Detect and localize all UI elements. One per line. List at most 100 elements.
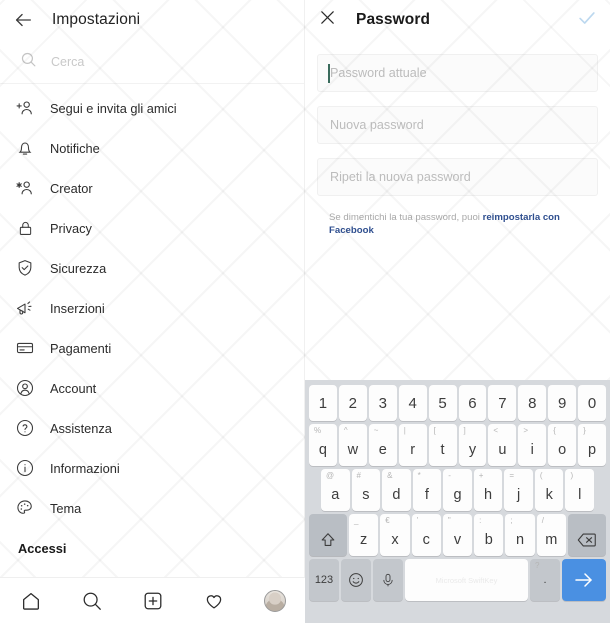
key-sup: ? [535,561,540,570]
key-4[interactable]: 4 [398,385,427,421]
key-i[interactable]: > i [518,424,547,466]
sidebar-item-notifiche[interactable]: Notifiche [0,128,304,168]
key-l[interactable]: ) l [565,469,595,511]
help-circle-icon [14,417,36,439]
sidebar-item-pagamenti[interactable]: Pagamenti [0,328,304,368]
key-label: b [484,531,493,548]
key-q[interactable]: % q [308,424,337,466]
key-e[interactable]: ~ e [368,424,397,466]
key-7[interactable]: 7 [488,385,517,421]
back-arrow-icon[interactable] [12,9,34,31]
key-label: g [453,486,462,503]
avatar[interactable] [260,586,290,616]
numeric-mode-key[interactable]: 123 [309,559,339,601]
key-sup: | [403,426,406,435]
sidebar-item-informazioni[interactable]: Informazioni [0,448,304,488]
sidebar-item-segui-e-invita-gli-amici[interactable]: Segui e invita gli amici [0,88,304,128]
keyboard-brand-label: Microsoft SwiftKey [435,575,498,585]
key-label: m [545,531,558,548]
keyboard-row-asdf: @ a # s & d * f -g + h = j (k ) l [307,469,608,511]
password-panel: Password Password attuale Nuova password… [305,0,610,623]
key-m[interactable]: / m [536,514,566,556]
key-sup: # [356,471,361,480]
plus-square-icon[interactable] [138,586,168,616]
field-placeholder: Password attuale [330,66,427,80]
emoji-smiley-icon[interactable] [341,559,371,601]
search-input[interactable]: Cerca [0,40,304,84]
key-8[interactable]: 8 [518,385,547,421]
helper-text: Se dimentichi la tua password, puoi [329,212,483,223]
key-p[interactable]: } p [578,424,607,466]
key-sup: } [583,426,586,435]
key-x[interactable]: € x [380,514,410,556]
key-2[interactable]: 2 [338,385,367,421]
key-o[interactable]: {o [548,424,577,466]
key-label: a [331,486,340,503]
close-x-icon[interactable] [317,7,338,33]
key-1[interactable]: 1 [308,385,337,421]
sidebar-item-inserzioni[interactable]: Inserzioni [0,288,304,328]
key-label: k [545,486,553,503]
page-title: Password [356,11,431,28]
password-header: Password [305,0,610,40]
search-icon [20,51,37,73]
sidebar-item-account[interactable]: Account [0,368,304,408]
key-w[interactable]: ^ w [338,424,367,466]
sidebar-item-tema[interactable]: Tema [0,488,304,528]
search-icon[interactable] [77,586,107,616]
key-t[interactable]: [t [428,424,457,466]
keyboard-row-qwerty: % q ^ w ~ e | r [t ] y < u > i {o } p [307,424,608,466]
current-password-field[interactable]: Password attuale [317,54,598,92]
sidebar-item-assistenza[interactable]: Assistenza [0,408,304,448]
key-label: d [392,486,401,503]
key-r[interactable]: | r [398,424,427,466]
home-icon[interactable] [16,586,46,616]
key-z[interactable]: _ z [349,514,379,556]
backspace-icon[interactable] [567,514,606,556]
key-0[interactable]: 0 [578,385,607,421]
key-y[interactable]: ] y [458,424,487,466]
sidebar-item-creator[interactable]: Creator [0,168,304,208]
key-5[interactable]: 5 [428,385,457,421]
key-j[interactable]: = j [504,469,533,511]
shift-up-icon[interactable] [309,514,348,556]
account-circle-icon [14,377,36,399]
key-v[interactable]: " v [442,514,473,556]
key-d[interactable]: & d [382,469,411,511]
key-9[interactable]: 9 [548,385,577,421]
enter-arrow-icon[interactable] [562,559,606,601]
new-password-field[interactable]: Nuova password [317,106,598,144]
key-sup: ^ [343,426,348,435]
key-u[interactable]: < u [488,424,517,466]
heart-icon[interactable] [199,586,229,616]
spacebar[interactable]: Microsoft SwiftKey [405,559,528,601]
key-f[interactable]: * f [412,469,442,511]
microphone-icon[interactable] [373,559,403,601]
repeat-password-field[interactable]: Ripeti la nuova password [317,158,598,196]
key-sup: > [523,426,528,435]
key-g[interactable]: -g [443,469,472,511]
key-6[interactable]: 6 [458,385,487,421]
sidebar-item-privacy[interactable]: Privacy [0,208,304,248]
key-a[interactable]: @ a [320,469,350,511]
key-label: v [453,531,462,548]
key-label: l [578,486,582,503]
key-n[interactable]: ; n [505,514,535,556]
key-s[interactable]: # s [351,469,381,511]
key-h[interactable]: + h [473,469,503,511]
key-sup: @ [325,471,335,480]
check-icon[interactable] [576,7,598,34]
key-3[interactable]: 3 [368,385,397,421]
bell-icon [14,137,36,159]
sidebar-item-label: Creator [50,180,93,196]
key-c[interactable]: ' c [411,514,441,556]
key-label: r [410,441,416,458]
sidebar-section-accessi[interactable]: Accessi [0,528,304,568]
bottom-navigation-bar [0,577,305,623]
key-b[interactable]: :b [474,514,504,556]
punctuation-key[interactable]: ? . [530,559,560,601]
key-k[interactable]: (k [534,469,564,511]
palette-icon [14,497,36,519]
sidebar-item-sicurezza[interactable]: Sicurezza [0,248,304,288]
keyboard-row-bottom: 123 Microsoft SwiftKey ? . [307,559,608,601]
